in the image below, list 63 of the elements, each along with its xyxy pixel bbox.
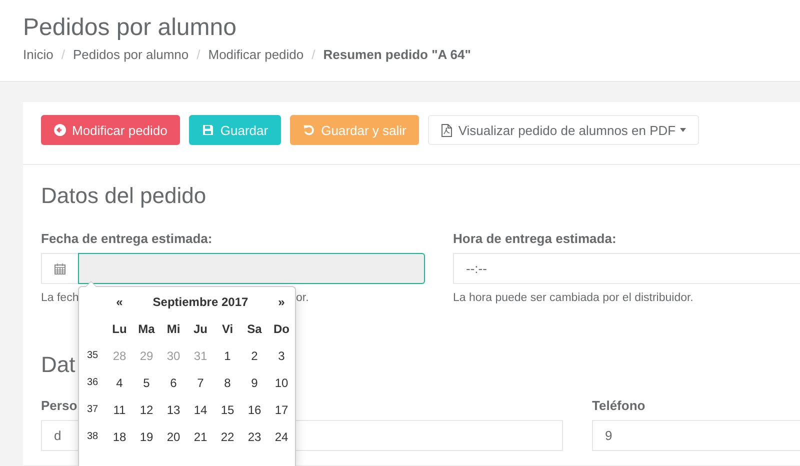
breadcrumb-link[interactable]: Pedidos por alumno xyxy=(72,47,189,63)
calendar-day[interactable]: 10 xyxy=(268,369,295,396)
caret-icon xyxy=(680,128,686,132)
calendar-day[interactable]: 6 xyxy=(160,369,187,396)
weekday-header: Do xyxy=(272,320,290,338)
calendar-day[interactable]: 18 xyxy=(106,423,133,450)
week-number: 37 xyxy=(86,403,100,417)
weekday-header: Sa xyxy=(246,320,263,338)
next-month-button[interactable]: » xyxy=(268,288,295,315)
time-input[interactable]: --:-- xyxy=(453,253,800,284)
help-text: or. xyxy=(296,291,309,305)
calendar-day[interactable]: 22 xyxy=(214,423,241,450)
page-title: Pedidos por alumno xyxy=(23,14,238,42)
text-input[interactable]: 9 xyxy=(592,420,800,451)
weekday-header: Ma xyxy=(137,320,156,338)
calendar-day[interactable]: 14 xyxy=(187,396,214,423)
breadcrumb-separator: / xyxy=(310,47,316,63)
calendar-day[interactable]: 17 xyxy=(268,396,295,423)
field-label: Teléfono xyxy=(592,398,646,414)
weekday-header: Vi xyxy=(220,320,234,338)
breadcrumb-separator: / xyxy=(196,47,202,63)
calendar-day[interactable]: 21 xyxy=(187,423,214,450)
calendar-day[interactable]: 19 xyxy=(133,423,160,450)
calendar-day[interactable]: 11 xyxy=(106,396,133,423)
arrow-left-circle-icon xyxy=(54,124,66,136)
field-label: Fecha de entrega estimada: xyxy=(41,231,212,247)
pdf-file-icon xyxy=(441,124,452,136)
week-number: 38 xyxy=(86,430,100,444)
calendar-day[interactable]: 24 xyxy=(268,423,295,450)
breadcrumb-current: Resumen pedido "A 64" xyxy=(323,47,471,63)
calendar-day[interactable]: 2 xyxy=(241,342,268,369)
breadcrumb-link[interactable]: Inicio xyxy=(23,47,54,63)
help-text: La hora puede ser cambiada por el distribuidor. xyxy=(453,291,694,305)
month-title[interactable]: Septiembre 2017 xyxy=(133,288,268,315)
help-text: La fech xyxy=(41,291,79,305)
calendar-day[interactable]: 8 xyxy=(214,369,241,396)
calendar-day[interactable]: 15 xyxy=(214,396,241,423)
field-label: Hora de entrega estimada: xyxy=(453,231,616,247)
calendar-day[interactable]: 4 xyxy=(106,369,133,396)
weekday-header: Ju xyxy=(192,320,208,338)
calendar-day[interactable]: 16 xyxy=(241,396,268,423)
calendar-day[interactable]: 1 xyxy=(214,342,241,369)
weekday-header: Lu xyxy=(111,320,128,338)
calendar-day[interactable]: 5 xyxy=(133,369,160,396)
week-number: 36 xyxy=(86,376,100,390)
section-heading: Datos del pedido xyxy=(41,183,206,209)
date-input[interactable] xyxy=(78,253,425,284)
calendar-day[interactable]: 9 xyxy=(241,369,268,396)
weekday-header: Mi xyxy=(166,320,182,338)
undo-arrow-icon xyxy=(303,124,316,136)
calendar-day[interactable]: 13 xyxy=(160,396,187,423)
field-label: Perso xyxy=(41,398,78,414)
breadcrumb-link[interactable]: Modificar pedido xyxy=(208,47,304,63)
calendar-day[interactable]: 12 xyxy=(133,396,160,423)
calendar-day[interactable]: 3 xyxy=(268,342,295,369)
section-heading: Dat xyxy=(41,352,76,378)
previous-month-button[interactable]: « xyxy=(106,288,133,315)
breadcrumb-separator: / xyxy=(60,47,66,63)
week-number: 35 xyxy=(86,349,100,363)
calendar-day[interactable]: 20 xyxy=(160,423,187,450)
calendar-day[interactable]: 7 xyxy=(187,369,214,396)
calendar-day[interactable]: 23 xyxy=(241,423,268,450)
pdf-dropdown-button[interactable]: Visualizar pedido de alumnos en PDF xyxy=(428,115,699,145)
